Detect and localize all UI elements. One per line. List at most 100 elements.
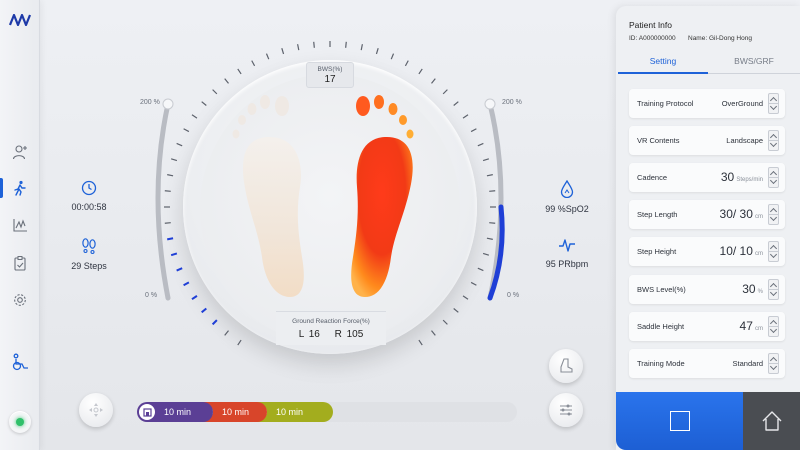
dial-tick xyxy=(477,267,484,272)
setting-row-step-height[interactable]: Step Height 10/ 10 cm xyxy=(629,237,785,266)
dial-tick xyxy=(191,114,198,119)
setting-row-bws-level[interactable]: BWS Level(%) 30 % xyxy=(629,275,785,304)
setting-unit: % xyxy=(757,289,763,295)
setting-label: VR Contents xyxy=(637,136,680,145)
bws-readout: BWS(%) 17 xyxy=(306,62,354,88)
dial-tick xyxy=(470,281,477,286)
dial-tick xyxy=(170,158,178,162)
stepper-down-icon[interactable] xyxy=(769,325,778,334)
stepper-down-icon[interactable] xyxy=(769,288,778,297)
dial-tick xyxy=(470,128,477,133)
left-bws-gauge-track xyxy=(155,101,171,301)
setting-unit: Steps/min xyxy=(736,177,763,183)
setting-value: OverGround xyxy=(721,99,763,108)
setting-row-step-length[interactable]: Step Length 30/ 30 cm xyxy=(629,200,785,229)
stepper-down-icon[interactable] xyxy=(769,139,778,148)
patient-id: ID: A000000000 xyxy=(629,35,676,42)
move-arrows-icon xyxy=(89,403,103,417)
dial-tick xyxy=(390,53,395,60)
dial-tick xyxy=(265,53,270,60)
dial-tick xyxy=(375,47,379,55)
dial-tick xyxy=(418,68,423,75)
grf-readout: Ground Reaction Force(%) L 16 R 105 xyxy=(276,311,386,345)
setting-label: Training Mode xyxy=(637,359,685,368)
boot-mode-button[interactable] xyxy=(549,349,583,383)
dial-tick xyxy=(183,281,190,287)
setting-label: Step Length xyxy=(637,210,678,219)
dial-tick xyxy=(281,47,285,55)
dial-tick xyxy=(453,308,459,313)
dial-tick xyxy=(489,222,496,224)
setting-label: Training Protocol xyxy=(637,99,694,108)
setting-row-training-protocol[interactable]: Training Protocol OverGround xyxy=(629,89,785,118)
setting-row-saddle-height[interactable]: Saddle Height 47 cm xyxy=(629,312,785,341)
setting-value: 30 xyxy=(720,170,735,184)
dial-tick xyxy=(477,142,484,147)
setting-stepper[interactable] xyxy=(768,353,779,374)
left-footprint xyxy=(232,95,304,297)
bws-label: BWS(%) xyxy=(317,66,343,73)
setting-stepper[interactable] xyxy=(768,279,779,300)
dial-tick xyxy=(191,295,198,301)
dial-tick xyxy=(167,174,174,177)
dial-tick xyxy=(482,252,490,256)
dial-tick xyxy=(224,330,229,336)
dial-tick xyxy=(486,174,493,177)
active-tab-underline xyxy=(618,72,708,74)
left-gauge-knob xyxy=(162,98,174,110)
dial-tick xyxy=(201,101,207,106)
dial-tick xyxy=(297,44,300,51)
tab-divider xyxy=(708,73,800,74)
setting-stepper[interactable] xyxy=(768,204,779,225)
dial-tick xyxy=(176,142,183,147)
setting-value: 30/ 30 xyxy=(719,207,753,221)
dial-tick xyxy=(170,252,178,257)
tab-setting[interactable]: Setting xyxy=(618,56,708,72)
setting-stepper[interactable] xyxy=(768,241,779,262)
dial-tick xyxy=(345,41,347,48)
dial-tick xyxy=(164,190,171,192)
setting-value: Standard xyxy=(732,359,763,368)
setting-stepper[interactable] xyxy=(768,93,779,114)
stepper-down-icon[interactable] xyxy=(769,250,778,259)
dial-tick xyxy=(251,60,256,67)
adjust-controls-button[interactable] xyxy=(549,393,583,427)
direction-pad-button[interactable] xyxy=(79,393,113,427)
dial-tick xyxy=(453,101,459,106)
dial-tick xyxy=(176,267,183,272)
dial-tick xyxy=(442,319,448,325)
dial-tick xyxy=(313,41,315,48)
setting-stepper[interactable] xyxy=(768,167,779,188)
building-icon xyxy=(139,404,155,420)
tab-bws-grf[interactable]: BWS/GRF xyxy=(708,56,800,72)
setting-unit: cm xyxy=(755,251,763,257)
timeline-segment-1[interactable]: 10 min xyxy=(137,402,213,422)
stepper-down-icon[interactable] xyxy=(769,102,778,111)
stepper-down-icon[interactable] xyxy=(769,362,778,371)
setting-label: Cadence xyxy=(637,173,668,182)
dial-tick xyxy=(183,128,190,133)
setting-row-vr-contents[interactable]: VR Contents Landscape xyxy=(629,126,785,155)
setting-row-training-mode[interactable]: Training Mode Standard xyxy=(629,349,785,378)
stepper-down-icon[interactable] xyxy=(769,213,778,222)
dial-tick xyxy=(237,68,242,75)
dial-tick xyxy=(418,339,423,346)
segment-3-duration: 10 min xyxy=(276,407,304,417)
dial-tick xyxy=(211,319,218,326)
dial-tick xyxy=(164,222,171,224)
right-footprint xyxy=(351,95,414,297)
setting-row-cadence[interactable]: Cadence 30 Steps/min xyxy=(629,163,785,192)
setting-stepper[interactable] xyxy=(768,130,779,151)
stepper-down-icon[interactable] xyxy=(769,176,778,185)
setting-value: Landscape xyxy=(726,136,763,145)
grf-left-value: L 16 xyxy=(298,329,320,340)
stop-button[interactable] xyxy=(616,392,743,450)
setting-stepper[interactable] xyxy=(768,316,779,337)
setting-label: BWS Level(%) xyxy=(637,285,686,294)
dial-tick xyxy=(212,89,218,95)
setting-value: 47 xyxy=(739,319,753,333)
dial-tick xyxy=(237,339,242,346)
dial-tick xyxy=(486,237,493,240)
dial-tick xyxy=(431,78,436,84)
home-button[interactable] xyxy=(743,392,800,450)
